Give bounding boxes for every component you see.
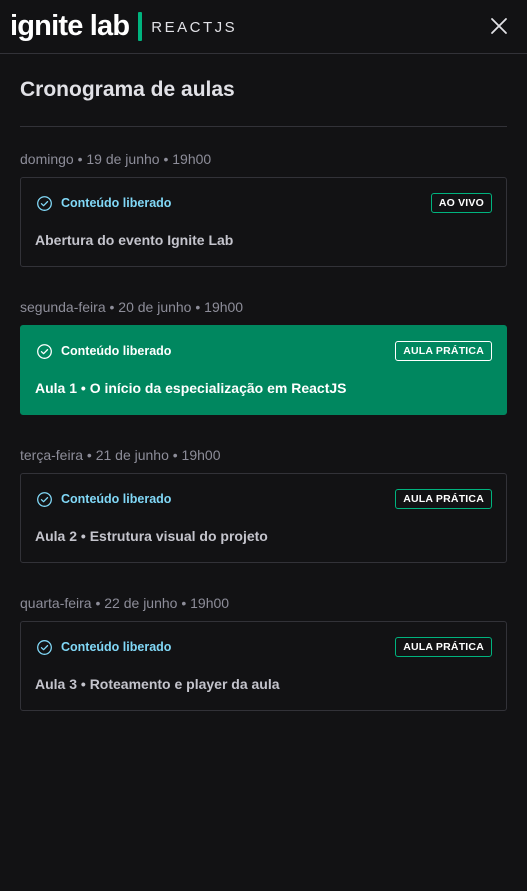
lesson-card-active[interactable]: Conteúdo liberado AULA PRÁTICA Aula 1 • … bbox=[20, 325, 507, 415]
logo-text: ignite lab bbox=[10, 10, 130, 42]
lesson-item: segunda-feira • 20 de junho • 19h00 Cont… bbox=[20, 299, 507, 415]
lesson-date: quarta-feira • 22 de junho • 19h00 bbox=[20, 595, 230, 611]
lesson-item: domingo • 19 de junho • 19h00 Conteúdo l… bbox=[20, 151, 507, 267]
lesson-item: quarta-feira • 22 de junho • 19h00 Conte… bbox=[20, 595, 507, 711]
card-header: Conteúdo liberado AULA PRÁTICA bbox=[35, 489, 492, 509]
lesson-type-badge: AULA PRÁTICA bbox=[395, 637, 492, 657]
lesson-title: Aula 3 • Roteamento e player da aula bbox=[35, 676, 280, 692]
status-text: Conteúdo liberado bbox=[61, 196, 172, 210]
lesson-item: terça-feira • 21 de junho • 19h00 Conteú… bbox=[20, 447, 507, 563]
lesson-status: Conteúdo liberado bbox=[35, 639, 171, 656]
lesson-status: Conteúdo liberado bbox=[35, 343, 171, 360]
lesson-status: Conteúdo liberado bbox=[35, 195, 171, 212]
lesson-date: domingo • 19 de junho • 19h00 bbox=[20, 151, 212, 167]
close-button[interactable] bbox=[487, 14, 511, 38]
lesson-type-badge: AO VIVO bbox=[430, 193, 492, 213]
lesson-date: terça-feira • 21 de junho • 19h00 bbox=[20, 447, 221, 463]
lesson-status: Conteúdo liberado bbox=[35, 491, 171, 508]
check-circle-icon bbox=[37, 343, 52, 359]
lesson-type-badge: AULA PRÁTICA bbox=[395, 341, 492, 361]
main-content: Cronograma de aulas domingo • 19 de junh… bbox=[0, 54, 527, 711]
status-text: Conteúdo liberado bbox=[61, 344, 172, 358]
check-circle-icon bbox=[37, 639, 52, 655]
lesson-date: segunda-feira • 20 de junho • 19h00 bbox=[20, 299, 244, 315]
lesson-list: domingo • 19 de junho • 19h00 Conteúdo l… bbox=[20, 151, 507, 711]
card-header: Conteúdo liberado AULA PRÁTICA bbox=[35, 341, 492, 361]
card-header: Conteúdo liberado AO VIVO bbox=[35, 193, 492, 213]
status-text: Conteúdo liberado bbox=[61, 640, 172, 654]
lesson-title: Abertura do evento Ignite Lab bbox=[35, 232, 234, 248]
page-title: Cronograma de aulas bbox=[20, 78, 507, 127]
check-circle-icon bbox=[37, 195, 52, 211]
card-header: Conteúdo liberado AULA PRÁTICA bbox=[35, 637, 492, 657]
lesson-card[interactable]: Conteúdo liberado AULA PRÁTICA Aula 2 • … bbox=[20, 473, 507, 563]
lesson-type-badge: AULA PRÁTICA bbox=[395, 489, 492, 509]
status-text: Conteúdo liberado bbox=[61, 492, 172, 506]
lesson-card[interactable]: Conteúdo liberado AULA PRÁTICA Aula 3 • … bbox=[20, 621, 507, 711]
lesson-title: Aula 2 • Estrutura visual do projeto bbox=[35, 528, 268, 544]
logo-subtitle: REACTJS bbox=[151, 19, 238, 36]
check-circle-icon bbox=[37, 491, 52, 507]
logo-divider bbox=[138, 12, 143, 41]
app-header: ignite lab REACTJS bbox=[0, 0, 527, 54]
lesson-title: Aula 1 • O início da especialização em R… bbox=[35, 380, 347, 396]
lesson-card[interactable]: Conteúdo liberado AO VIVO Abertura do ev… bbox=[20, 177, 507, 267]
close-icon bbox=[491, 18, 507, 34]
